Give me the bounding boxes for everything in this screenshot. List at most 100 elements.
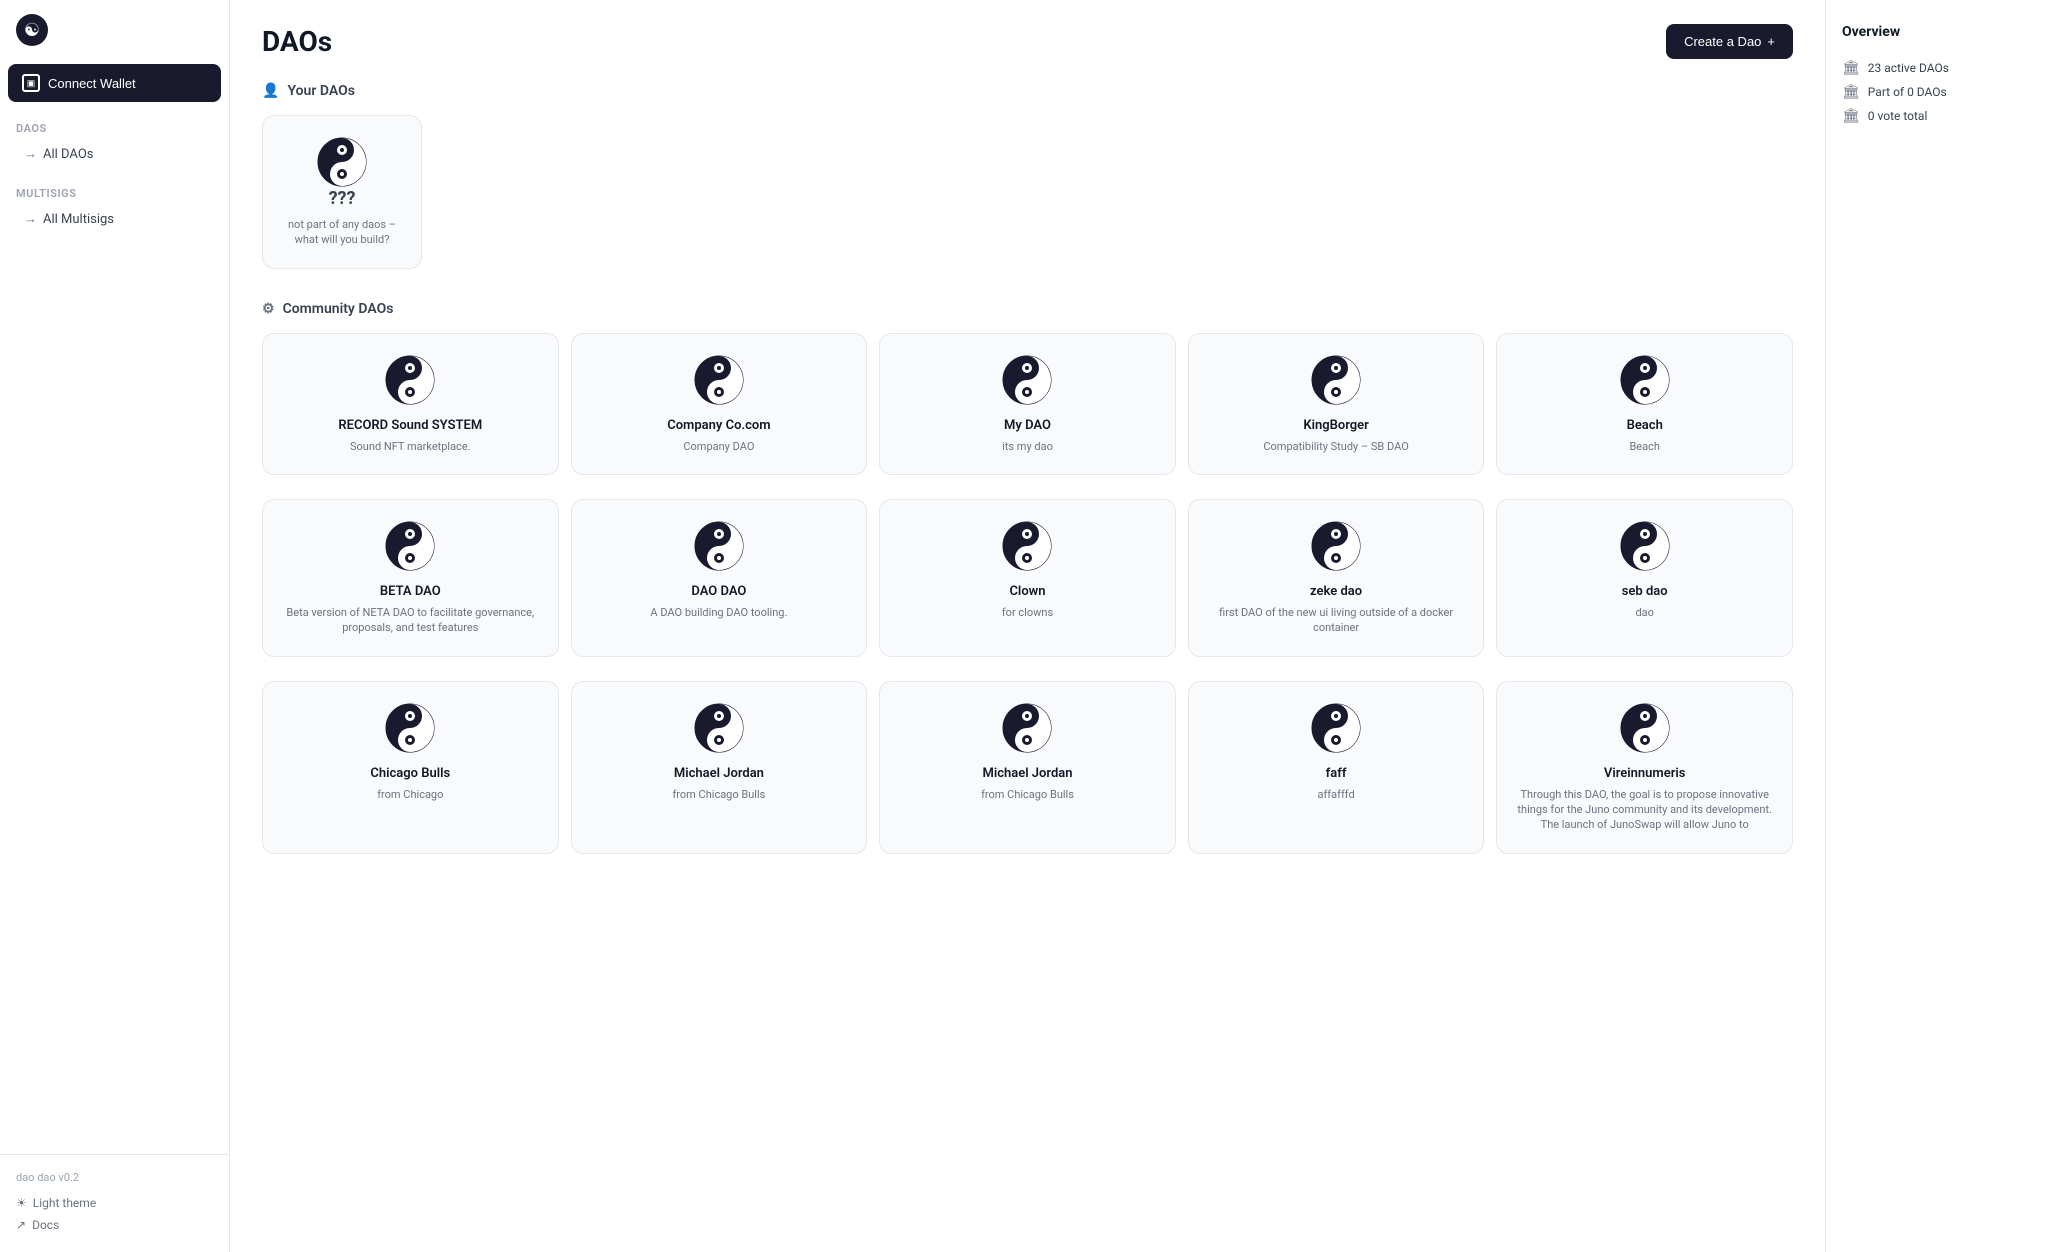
overview-title: Overview <box>1842 24 2029 40</box>
overview-icon: 🏛 <box>1842 108 1860 124</box>
daos-section: DAOs → All DAOs <box>0 106 229 171</box>
dao-card[interactable]: KingBorger Compatibility Study – SB DAO <box>1188 333 1485 475</box>
dao-desc: Beach <box>1629 439 1660 454</box>
dao-desc: Through this DAO, the goal is to propose… <box>1513 787 1776 833</box>
dao-name: Chicago Bulls <box>370 766 450 783</box>
wallet-icon: ▣ <box>22 74 40 92</box>
dao-desc: first DAO of the new ui living outside o… <box>1205 605 1468 636</box>
version-label: dao dao v0.2 <box>16 1171 213 1184</box>
empty-desc: not part of any daos – what will you bui… <box>279 217 405 248</box>
dao-card[interactable]: DAO DAO A DAO building DAO tooling. <box>571 499 868 657</box>
page-title: DAOs <box>262 25 332 58</box>
empty-question: ??? <box>329 188 356 209</box>
dao-card[interactable]: seb dao dao <box>1496 499 1793 657</box>
dao-desc: Sound NFT marketplace. <box>350 439 471 454</box>
overview-item: 🏛 23 active DAOs <box>1842 56 2029 80</box>
community-daos-section: ⚙ Community DAOs RECORD Sound SYSTEM Soun… <box>262 301 1793 854</box>
create-dao-label: Create a Dao <box>1684 34 1761 49</box>
theme-label: Light theme <box>33 1196 96 1210</box>
dao-name: Michael Jordan <box>982 766 1072 783</box>
dao-desc: from Chicago Bulls <box>672 787 765 802</box>
dao-desc: from Chicago Bulls <box>981 787 1074 802</box>
person-icon: 👤 <box>262 83 279 99</box>
multisigs-section-label: Multisigs <box>16 187 213 200</box>
overview-item: 🏛 Part of 0 DAOs <box>1842 80 2029 104</box>
dao-desc: from Chicago <box>377 787 443 802</box>
dao-desc: dao <box>1635 605 1653 620</box>
overview-item-label: 23 active DAOs <box>1868 61 1949 75</box>
community-dao-row-2: BETA DAO Beta version of NETA DAO to faci… <box>262 499 1793 657</box>
main-content: DAOs Create a Dao + 👤 Your DAOs ??? not … <box>230 0 1825 1252</box>
yin-yang-icon <box>316 136 368 188</box>
arrow-icon: → <box>24 146 37 162</box>
community-dao-row-3: Chicago Bulls from Chicago Michael Jordan… <box>262 681 1793 854</box>
dao-card[interactable]: Beach Beach <box>1496 333 1793 475</box>
overview-item-label: 0 vote total <box>1868 109 1928 123</box>
all-multisigs-label: All Multisigs <box>43 212 114 227</box>
sun-icon: ☀ <box>16 1196 27 1210</box>
dao-card[interactable]: Chicago Bulls from Chicago <box>262 681 559 854</box>
empty-dao-card[interactable]: ??? not part of any daos – what will you… <box>262 115 422 269</box>
gear-icon: ⚙ <box>262 301 275 317</box>
dao-card[interactable]: Michael Jordan from Chicago Bulls <box>571 681 868 854</box>
overview-icon: 🏛 <box>1842 84 1860 100</box>
sidebar-item-all-daos[interactable]: → All DAOs <box>16 141 213 167</box>
page-header: DAOs Create a Dao + <box>262 24 1793 59</box>
dao-card[interactable]: BETA DAO Beta version of NETA DAO to faci… <box>262 499 559 657</box>
dao-name: Company Co.com <box>667 418 770 435</box>
dao-name: Michael Jordan <box>674 766 764 783</box>
dao-name: BETA DAO <box>380 584 441 601</box>
dao-card[interactable]: zeke dao first DAO of the new ui living o… <box>1188 499 1485 657</box>
right-sidebar: Overview 🏛 23 active DAOs🏛 Part of 0 DAO… <box>1825 0 2045 1252</box>
external-link-icon: ↗ <box>16 1218 26 1232</box>
dao-card[interactable]: Vireinnumeris Through this DAO, the goal … <box>1496 681 1793 854</box>
connect-wallet-button[interactable]: ▣ Connect Wallet <box>8 64 221 102</box>
community-dao-row-1: RECORD Sound SYSTEM Sound NFT marketplace… <box>262 333 1793 475</box>
dao-name: DAO DAO <box>691 584 746 601</box>
dao-name: RECORD Sound SYSTEM <box>338 418 482 435</box>
theme-toggle[interactable]: ☀ Light theme <box>16 1192 213 1214</box>
create-dao-button[interactable]: Create a Dao + <box>1666 24 1793 59</box>
dao-desc: Beta version of NETA DAO to facilitate g… <box>279 605 542 636</box>
sidebar: ☯ ▣ Connect Wallet DAOs → All DAOs Multi… <box>0 0 230 1252</box>
overview-items: 🏛 23 active DAOs🏛 Part of 0 DAOs🏛 0 vote… <box>1842 56 2029 128</box>
dao-card[interactable]: Clown for clowns <box>879 499 1176 657</box>
daos-section-label: DAOs <box>16 122 213 135</box>
dao-name: seb dao <box>1622 584 1668 601</box>
dao-name: Vireinnumeris <box>1604 766 1686 783</box>
community-daos-label: Community DAOs <box>283 301 394 317</box>
dao-card[interactable]: faff affafffd <box>1188 681 1485 854</box>
dao-desc: affafffd <box>1318 787 1355 802</box>
sidebar-logo: ☯ <box>0 0 229 60</box>
dao-name: Beach <box>1627 418 1663 435</box>
dao-desc: its my dao <box>1002 439 1053 454</box>
connect-wallet-label: Connect Wallet <box>48 76 136 91</box>
dao-card[interactable]: Michael Jordan from Chicago Bulls <box>879 681 1176 854</box>
all-daos-label: All DAOs <box>43 147 94 162</box>
dao-name: zeke dao <box>1310 584 1362 601</box>
community-daos-header: ⚙ Community DAOs <box>262 301 1793 317</box>
dao-desc: Compatibility Study – SB DAO <box>1263 439 1408 454</box>
dao-card[interactable]: RECORD Sound SYSTEM Sound NFT marketplace… <box>262 333 559 475</box>
your-daos-section: 👤 Your DAOs ??? not part of any daos – w… <box>262 83 1793 269</box>
dao-desc: for clowns <box>1002 605 1053 620</box>
multisigs-section: Multisigs → All Multisigs <box>0 171 229 236</box>
your-daos-header: 👤 Your DAOs <box>262 83 1793 99</box>
dao-desc: A DAO building DAO tooling. <box>650 605 787 620</box>
app-logo[interactable]: ☯ <box>16 14 48 46</box>
docs-link[interactable]: ↗ Docs <box>16 1214 213 1236</box>
dao-card[interactable]: My DAOits my dao <box>879 333 1176 475</box>
dao-name: KingBorger <box>1303 418 1369 435</box>
overview-item-label: Part of 0 DAOs <box>1868 85 1947 99</box>
docs-label: Docs <box>32 1218 59 1232</box>
sidebar-footer: dao dao v0.2 ☀ Light theme ↗ Docs <box>0 1154 229 1252</box>
dao-name: faff <box>1326 766 1347 783</box>
overview-item: 🏛 0 vote total <box>1842 104 2029 128</box>
your-daos-label: Your DAOs <box>287 83 354 99</box>
sidebar-item-all-multisigs[interactable]: → All Multisigs <box>16 206 213 232</box>
dao-name: Clown <box>1009 584 1045 601</box>
plus-icon: + <box>1767 34 1775 49</box>
arrow-icon-2: → <box>24 211 37 227</box>
dao-card[interactable]: Company Co.com Company DAO <box>571 333 868 475</box>
dao-desc: Company DAO <box>683 439 754 454</box>
